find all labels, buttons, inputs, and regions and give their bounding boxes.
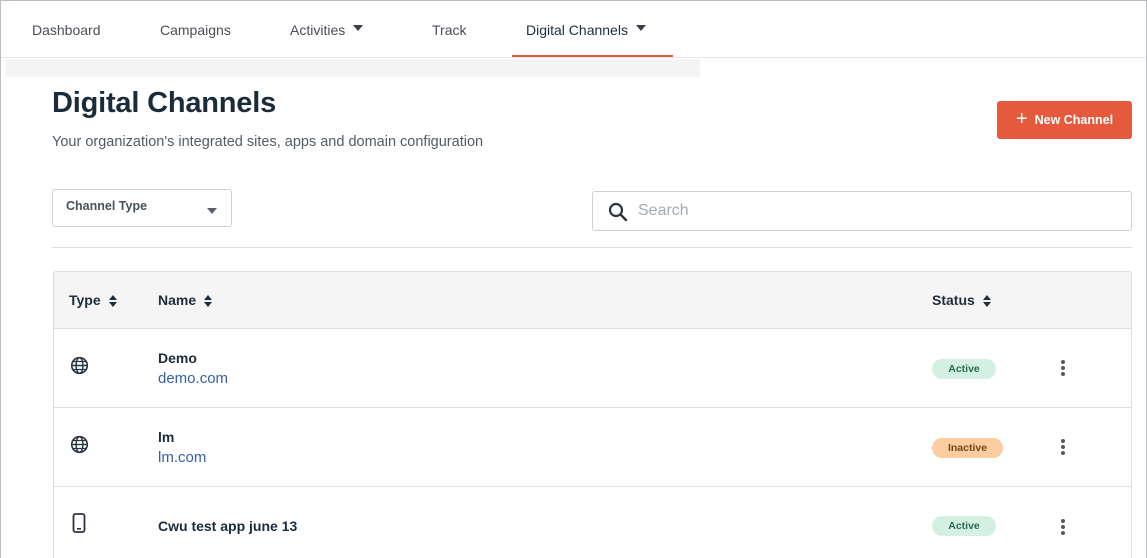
nav-track-label: Track (432, 21, 467, 38)
search-input[interactable] (638, 193, 1118, 229)
search-icon (608, 202, 628, 222)
nav-campaigns-label: Campaigns (160, 21, 231, 38)
nav-activities[interactable]: Activities (290, 1, 364, 58)
nav-dashboard-label: Dashboard (32, 21, 101, 38)
status-badge: Active (932, 516, 996, 536)
channel-domain-link[interactable]: lm.com (158, 449, 206, 466)
table-row[interactable]: lm lm.com Inactive (54, 408, 1131, 487)
caret-down-icon (353, 25, 364, 31)
nav-dashboard[interactable]: Dashboard (32, 1, 101, 58)
app-frame: Dashboard Campaigns Activities Track Dig… (0, 0, 1147, 558)
header-strip (6, 59, 700, 77)
channel-name: Demo (158, 350, 197, 366)
channel-domain-link[interactable]: demo.com (158, 370, 228, 387)
table-header: Type Name Status (54, 272, 1131, 329)
column-type-header[interactable]: Type (69, 292, 117, 308)
column-type-label: Type (69, 292, 101, 308)
more-options-icon[interactable] (1059, 437, 1067, 457)
divider (52, 247, 1132, 248)
plus-icon: + (1015, 108, 1028, 130)
column-status-label: Status (932, 292, 975, 308)
search-box[interactable] (592, 191, 1132, 231)
sort-icon (204, 295, 213, 307)
more-options-icon[interactable] (1059, 517, 1067, 537)
status-badge: Active (932, 359, 996, 379)
nav-digital-channels-label: Digital Channels (526, 21, 628, 38)
nav-digital-channels[interactable]: Digital Channels (512, 1, 673, 58)
mobile-icon (72, 513, 86, 533)
table-row[interactable]: Demo demo.com Active (54, 329, 1131, 408)
globe-icon (70, 435, 89, 454)
more-options-icon[interactable] (1059, 358, 1067, 378)
nav-campaigns[interactable]: Campaigns (160, 1, 231, 58)
chevron-down-icon (207, 208, 217, 214)
sort-icon (982, 295, 991, 307)
table-row[interactable]: Cwu test app june 13 Active (54, 487, 1131, 558)
channels-table: Type Name Status Demo demo.com Active lm… (53, 271, 1132, 558)
new-channel-label: New Channel (1034, 113, 1114, 127)
top-navigation: Dashboard Campaigns Activities Track Dig… (1, 1, 1146, 58)
column-name-label: Name (158, 292, 197, 308)
channel-type-label: Channel Type (66, 199, 148, 213)
channel-name: lm (158, 429, 175, 445)
page-title: Digital Channels (52, 87, 276, 119)
nav-track[interactable]: Track (432, 1, 466, 58)
channel-type-select[interactable]: Channel Type (52, 189, 232, 227)
new-channel-button[interactable]: + New Channel (997, 101, 1132, 139)
globe-icon (70, 356, 89, 375)
channel-name: Cwu test app june 13 (158, 518, 298, 534)
sort-icon (108, 295, 117, 307)
column-name-header[interactable]: Name (158, 292, 213, 308)
page-subtitle: Your organization's integrated sites, ap… (52, 134, 484, 150)
caret-down-icon (635, 25, 646, 31)
column-status-header[interactable]: Status (932, 292, 991, 308)
nav-activities-label: Activities (290, 21, 346, 38)
status-badge: Inactive (932, 438, 1003, 458)
